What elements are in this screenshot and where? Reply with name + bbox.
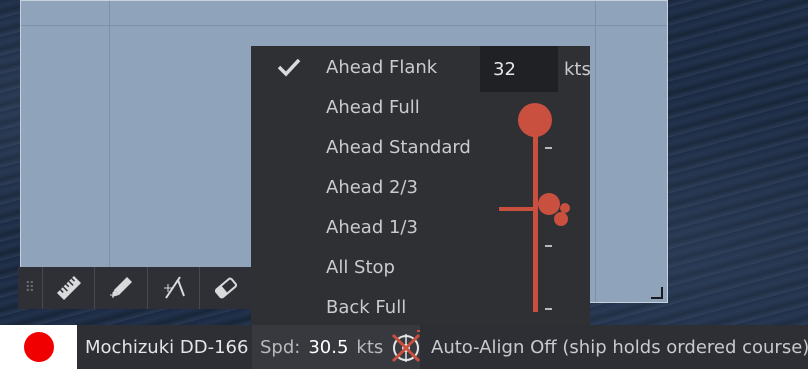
ship-name[interactable]: Mochizuki DD-166 (77, 325, 252, 369)
ship-status-bar: Mochizuki DD-166 Spd: 30.5 kts Auto-Alig… (0, 325, 808, 369)
menu-item-back-full[interactable]: Back Full (251, 287, 481, 327)
current-speed-indicator (554, 212, 568, 226)
speed-unit-label: kts (564, 59, 591, 80)
compass-icon (163, 276, 185, 299)
ruler-icon (56, 275, 81, 301)
current-speed-marker (499, 207, 537, 211)
menu-item-label: Ahead Standard (326, 136, 471, 158)
menu-item-label: Ahead 2/3 (326, 176, 418, 198)
compass-tool-button[interactable] (146, 267, 200, 309)
flag-emblem (23, 332, 54, 362)
speed-value: 30.5 (308, 336, 349, 358)
menu-item-all-stop[interactable]: All Stop (251, 247, 481, 287)
menu-item-ahead-standard[interactable]: Ahead Standard (251, 127, 481, 167)
eraser-tool-button[interactable] (199, 267, 252, 309)
chart-grid-line (109, 1, 110, 302)
slider-tick-mark (545, 245, 552, 247)
current-speed-indicator (538, 193, 560, 215)
eraser-icon (215, 277, 238, 299)
menu-item-ahead-flank[interactable]: Ahead Flank (251, 47, 481, 87)
speed-input[interactable]: 32 (480, 46, 558, 92)
chart-corner-marker (651, 287, 663, 299)
drag-handle-icon[interactable]: ⠿ (18, 267, 42, 309)
menu-item-label: Ahead Full (326, 96, 420, 118)
chart-grid-line (595, 1, 596, 302)
speed-slider-thumb[interactable] (518, 103, 552, 137)
menu-item-ahead-full[interactable]: Ahead Full (251, 87, 481, 127)
speed-unit: kts (356, 336, 384, 358)
menu-item-label: Back Full (326, 296, 407, 318)
menu-item-ahead-1-3[interactable]: Ahead 1/3 (251, 207, 481, 247)
auto-align-status: Auto-Align Off (ship holds ordered cours… (420, 325, 808, 369)
slider-tick-mark (545, 147, 552, 149)
menu-item-ahead-2-3[interactable]: Ahead 2/3 (251, 167, 481, 207)
drawing-toolbar: ⠿ (18, 267, 252, 309)
menu-item-label: All Stop (326, 256, 395, 278)
menu-item-label: Ahead 1/3 (326, 216, 418, 238)
pencil-icon (110, 277, 133, 298)
speed-order-menu: Ahead Flank Ahead Full Ahead Standard Ah… (251, 46, 591, 327)
chart-grid-line (21, 25, 667, 26)
menu-item-label: Ahead Flank (326, 56, 438, 78)
pencil-tool-button[interactable] (94, 267, 147, 309)
japan-flag-icon (0, 325, 77, 369)
ruler-tool-button[interactable] (41, 267, 95, 309)
slider-tick-mark (545, 308, 552, 310)
speed-label: Spd: (260, 336, 301, 358)
checkmark-icon (251, 57, 326, 77)
